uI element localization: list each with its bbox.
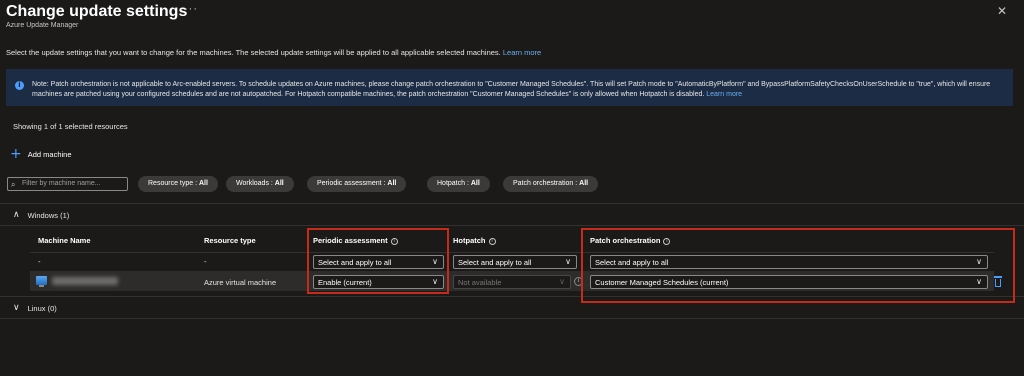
column-header-machine-name: Machine Name xyxy=(38,236,91,245)
pill-value: All xyxy=(198,180,208,187)
info-banner: i Note: Patch orchestration is not appli… xyxy=(6,69,1013,106)
dropdown-value: Not available xyxy=(458,278,502,287)
divider xyxy=(0,296,1024,297)
machine-name-filter-input[interactable]: ⌕ Filter by machine name... xyxy=(7,177,128,191)
chevron-down-icon: ∨ xyxy=(432,257,438,266)
row-resource-type: Azure virtual machine xyxy=(204,278,277,287)
dropdown-value: Select and apply to all xyxy=(595,258,669,267)
dropdown-value: Enable (current) xyxy=(318,278,372,287)
delete-icon[interactable] xyxy=(993,276,1003,288)
pill-label: Workloads : xyxy=(236,180,275,187)
chevron-down-icon: ∨ xyxy=(559,277,565,286)
patch-orchestration-apply-all-dropdown[interactable]: Select and apply to all ∨ xyxy=(590,255,988,269)
showing-count: Showing 1 of 1 selected resources xyxy=(13,122,128,131)
filter-placeholder: Filter by machine name... xyxy=(22,180,101,187)
chevron-down-icon: ∨ xyxy=(432,277,438,286)
divider xyxy=(0,318,1024,319)
info-banner-text: Note: Patch orchestration is not applica… xyxy=(32,80,1001,99)
pill-label: Patch orchestration : xyxy=(513,180,580,187)
divider xyxy=(0,203,1024,204)
info-icon[interactable]: i xyxy=(488,237,496,245)
add-machine-button[interactable]: + Add machine xyxy=(10,146,72,162)
hotpatch-info-icon[interactable]: i xyxy=(574,277,583,286)
pill-label: Hotpatch : xyxy=(437,180,471,187)
periodic-assessment-apply-all-dropdown[interactable]: Select and apply to all ∨ xyxy=(313,255,444,269)
pill-label: Resource type : xyxy=(148,180,199,187)
dropdown-value: Select and apply to all xyxy=(458,258,532,267)
chevron-up-icon: ∧ xyxy=(13,210,20,220)
periodic-assessment-dropdown[interactable]: Enable (current) ∨ xyxy=(313,275,444,289)
page-title: Change update settings xyxy=(6,3,188,20)
column-header-patch-orchestration: Patch orchestration i xyxy=(590,236,671,245)
apply-row-machine-name: - xyxy=(38,257,41,266)
apply-row-resource-type: - xyxy=(204,257,207,266)
column-label: Patch orchestration xyxy=(590,236,661,245)
add-machine-label: Add machine xyxy=(27,149,72,159)
intro-description: Select the update settings that you want… xyxy=(6,48,501,57)
dropdown-value: Customer Managed Schedules (current) xyxy=(595,278,729,287)
intro-learn-more-link[interactable]: Learn more xyxy=(503,48,541,57)
virtual-machine-icon xyxy=(36,276,47,287)
info-learn-more-link[interactable]: Learn more xyxy=(706,91,742,98)
chevron-down-icon: ∨ xyxy=(13,303,20,313)
pill-label: Periodic assessment : xyxy=(317,180,388,187)
column-label: Hotpatch xyxy=(453,236,486,245)
patch-orchestration-dropdown[interactable]: Customer Managed Schedules (current) ∨ xyxy=(590,275,988,289)
column-header-resource-type: Resource type xyxy=(204,236,256,245)
dropdown-value: Select and apply to all xyxy=(318,258,392,267)
page-subtitle: Azure Update Manager xyxy=(6,22,79,29)
info-icon: i xyxy=(15,81,24,90)
pill-value: All xyxy=(274,180,284,187)
hotpatch-apply-all-dropdown[interactable]: Select and apply to all ∨ xyxy=(453,255,577,269)
info-banner-message: Note: Patch orchestration is not applica… xyxy=(32,81,991,98)
column-header-periodic-assessment: Periodic assessment i xyxy=(313,236,398,245)
column-label: Periodic assessment xyxy=(313,236,388,245)
hotpatch-dropdown: Not available ∨ xyxy=(453,275,571,289)
delete-icon-body xyxy=(995,279,1001,287)
intro-text: Select the update settings that you want… xyxy=(6,48,541,57)
chevron-down-icon: ∨ xyxy=(565,257,571,266)
plus-icon: + xyxy=(10,146,22,162)
windows-group-toggle[interactable]: ∧ Windows (1) xyxy=(13,208,69,222)
chevron-down-icon: ∨ xyxy=(976,257,982,266)
pill-value: All xyxy=(579,180,589,187)
workloads-filter-pill[interactable]: Workloads : All xyxy=(226,176,294,192)
windows-group-label: Windows (1) xyxy=(27,210,70,220)
close-button[interactable]: ✕ xyxy=(997,4,1007,18)
resource-type-filter-pill[interactable]: Resource type : All xyxy=(138,176,218,192)
linux-group-label: Linux (0) xyxy=(27,303,57,313)
linux-group-toggle[interactable]: ∨ Linux (0) xyxy=(13,301,57,315)
filter-icon: ⌕ xyxy=(11,180,16,189)
chevron-down-icon: ∨ xyxy=(976,277,982,286)
column-header-hotpatch: Hotpatch i xyxy=(453,236,496,245)
pill-value: All xyxy=(470,180,480,187)
info-icon[interactable]: i xyxy=(663,237,671,245)
hotpatch-filter-pill[interactable]: Hotpatch : All xyxy=(427,176,490,192)
divider xyxy=(0,225,1024,226)
delete-icon-lid xyxy=(994,276,1002,278)
info-icon[interactable]: i xyxy=(390,237,398,245)
divider xyxy=(30,252,994,253)
machine-name-redacted xyxy=(52,277,118,285)
pill-value: All xyxy=(387,180,397,187)
periodic-assessment-filter-pill[interactable]: Periodic assessment : All xyxy=(307,176,407,192)
patch-orchestration-filter-pill[interactable]: Patch orchestration : All xyxy=(503,176,599,192)
more-options-button[interactable]: ··· xyxy=(184,3,198,15)
header: Change update settings ··· Azure Update … xyxy=(6,2,1024,32)
